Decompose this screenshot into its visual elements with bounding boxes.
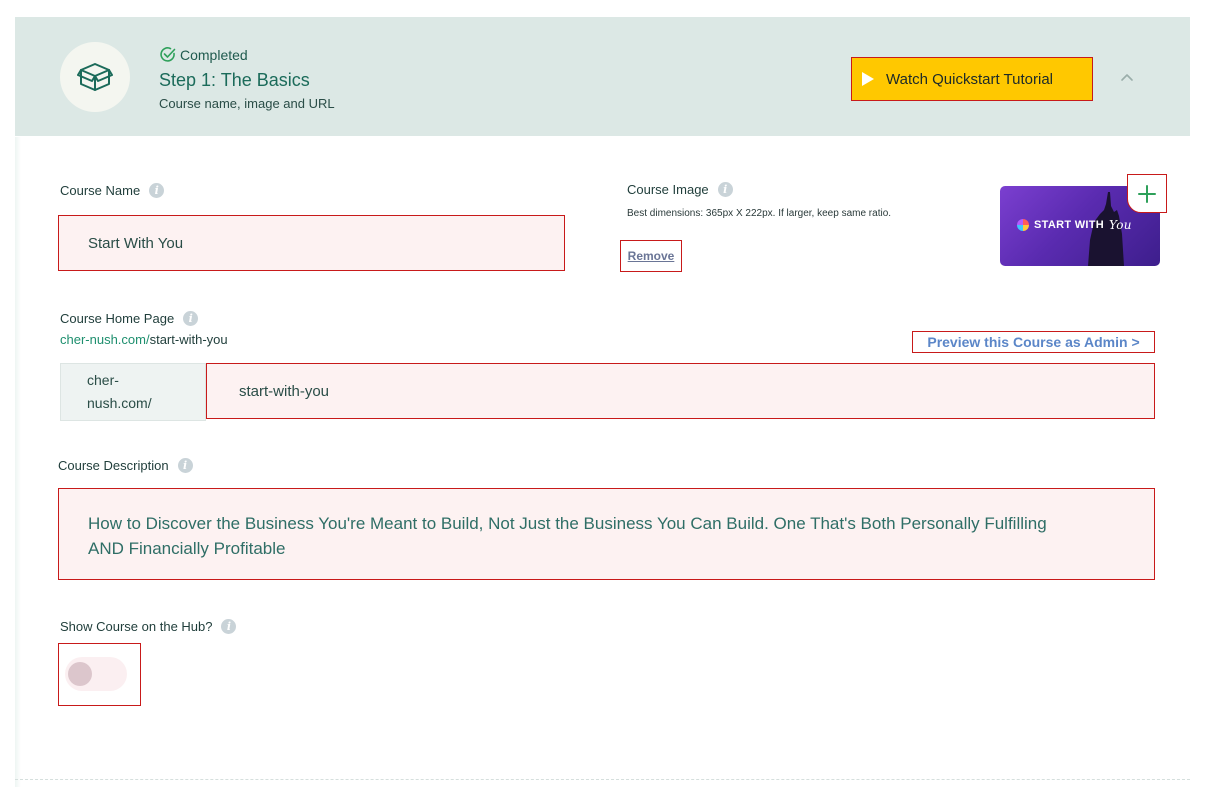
show-on-hub-label-text: Show Course on the Hub? [60, 619, 213, 634]
play-icon [862, 72, 874, 86]
step-title: Step 1: The Basics [159, 70, 310, 90]
course-home-page-label: Course Home Page i [60, 311, 199, 326]
status-text: Completed [180, 46, 248, 63]
course-name-value: Start With You [88, 234, 184, 252]
course-description-label: Course Description i [58, 458, 193, 473]
course-name-input[interactable]: Start With You [58, 215, 565, 271]
thumbnail-script: You [1109, 218, 1132, 232]
completion-status: Completed [159, 46, 248, 63]
url-slug: start-with-you [149, 332, 228, 347]
show-on-hub-toggle[interactable] [58, 643, 141, 706]
brand-logo-icon [1017, 219, 1029, 231]
course-name-label: Course Name i [60, 183, 165, 198]
course-slug-value: start-with-you [239, 382, 330, 400]
course-home-page-label-text: Course Home Page [60, 311, 175, 326]
image-dimensions-hint: Best dimensions: 365px X 222px. If large… [627, 208, 892, 219]
toggle-knob [68, 662, 92, 686]
left-edge-shade [15, 137, 21, 787]
course-name-label-text: Course Name [60, 183, 141, 198]
check-circle-icon [160, 47, 176, 62]
info-icon[interactable]: i [183, 311, 199, 326]
info-icon[interactable]: i [221, 619, 237, 634]
course-home-url[interactable]: cher-nush.com/start-with-you [60, 332, 228, 347]
info-icon[interactable]: i [177, 458, 193, 473]
course-image-label: Course Image i [627, 182, 733, 197]
url-prefix-line1: cher- [87, 372, 119, 388]
url-prefix: cher- nush.com/ [60, 363, 206, 421]
plus-icon [1138, 184, 1156, 203]
preview-as-admin-link[interactable]: Preview this Course as Admin > [912, 331, 1155, 353]
step-icon-badge [60, 42, 130, 112]
url-prefix-line2: nush.com/ [87, 395, 152, 411]
watch-tutorial-label: Watch Quickstart Tutorial [886, 70, 1053, 88]
step-header[interactable]: Completed Step 1: The Basics Course name… [15, 17, 1190, 136]
chevron-up-icon[interactable] [1119, 69, 1135, 85]
add-image-button[interactable] [1127, 174, 1167, 213]
course-description-value: How to Discover the Business You're Mean… [88, 514, 1047, 558]
url-domain: cher-nush.com/ [60, 332, 150, 347]
section-divider [15, 779, 1190, 780]
course-description-textarea[interactable]: How to Discover the Business You're Mean… [58, 488, 1155, 580]
thumbnail-title: START WITH You [1017, 218, 1132, 232]
course-settings-page: Completed Step 1: The Basics Course name… [15, 17, 1190, 787]
show-on-hub-label: Show Course on the Hub? i [60, 619, 237, 634]
course-image-label-text: Course Image [627, 182, 709, 197]
remove-image-link[interactable]: Remove [620, 240, 682, 272]
step-subtitle: Course name, image and URL [159, 96, 335, 111]
box-icon [77, 63, 113, 91]
info-icon[interactable]: i [149, 183, 165, 198]
course-slug-input[interactable]: start-with-you [206, 363, 1155, 419]
info-icon[interactable]: i [717, 182, 733, 197]
toggle-track [65, 657, 127, 691]
thumbnail-text: START WITH [1034, 219, 1105, 231]
watch-tutorial-button[interactable]: Watch Quickstart Tutorial [851, 57, 1093, 101]
course-description-label-text: Course Description [58, 458, 169, 473]
